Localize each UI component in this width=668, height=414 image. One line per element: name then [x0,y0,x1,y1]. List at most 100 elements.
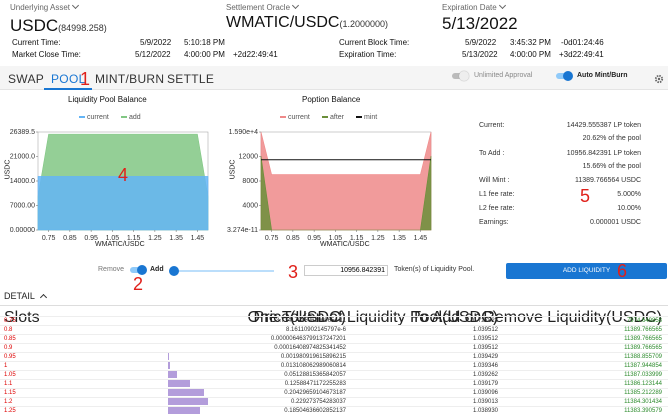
slot-cell: 0.85 [4,336,16,342]
price-cell: 0.013108062989060814 [280,363,346,369]
expiration-time-clock: 4:00:00 PM [510,50,551,59]
info-l2-value: 10.00% [617,205,641,212]
unlimited-approval-label: Unlimited Approval [474,72,533,79]
gear-icon[interactable] [654,71,664,84]
expiration-time-delta: +3d22:49:41 [559,50,604,59]
table-row: 1.15 0.20429659104673187 1.039096 11385.212… [0,388,668,396]
info-current-label: Current: [479,122,505,129]
annotation-6: 6 [617,261,628,281]
annotation-4: 4 [118,165,129,185]
legend-label-after: after [330,114,345,121]
y-tick-label: 26389.5 [10,129,35,136]
unlimited-approval-toggle[interactable] [452,71,469,81]
legend-label-mint: mint [364,114,377,121]
price-cell: 0.001980919615896215 [280,354,346,360]
pool-chart-title: Liquidity Pool Balance [68,95,147,104]
add-liquidity-button[interactable]: ADD LIQUIDITY [506,263,667,279]
y-tick-label: 1.590e+4 [229,129,258,136]
to-add-cell: 11387.944854 [624,363,662,369]
pool-x-axis-label: WMATIC/USDC [95,241,145,248]
legend-label-add: add [129,114,141,121]
pool-y-axis-label: USDC [4,159,12,180]
price-bar [168,380,190,387]
price-bar [168,398,208,405]
info-l2-label: L2 fee rate: [479,205,515,212]
price-cell: 0.00016408974825341452 [274,345,346,351]
y-tick-label: 3.274e-11 [227,227,258,234]
one-token-cell: 1.039429 [472,354,498,360]
to-add-cell: 11389.766565 [624,336,662,342]
info-toadd-label: To Add : [479,150,505,157]
price-cell: 0.05128815365842057 [284,372,346,378]
one-token-cell: 1.039512 [472,345,498,351]
one-token-cell: 1.039013 [472,399,498,405]
expiration-time-label: Expiration Time: [339,50,397,59]
annotation-2: 2 [133,274,144,294]
amount-slider-track[interactable] [169,266,274,276]
settlement-oracle-label[interactable]: Settlement Oracle [226,1,300,12]
x-tick-label: 1.25 [148,235,162,242]
detail-table-body: 0.75 3.7341723506106965e-11 0.727823 7974.6… [0,316,668,414]
market-close-date: 5/12/2022 [135,50,171,59]
table-row: 0.95 0.001980919615896215 1.039429 11388.85… [0,352,668,360]
slot-cell: 1.25 [4,408,16,414]
table-row: 1.25 0.18504636602852137 1.038930 11383.390… [0,406,668,414]
price-cell: 0.12588471172255283 [284,381,346,387]
block-time-delta: -0d01:24:46 [561,38,604,47]
info-toadd-pct: 15.66% of the pool [582,163,641,170]
info-will-mint-label: Will Mint : [479,177,510,184]
amount-slider-thumb[interactable] [169,266,180,276]
info-toadd-value: 10956.842391 LP token [566,150,641,157]
tab-settle[interactable]: SETTLE [167,72,214,86]
remove-label: Remove [98,266,125,273]
x-tick-label: 1.25 [371,235,385,242]
legend-label-current: current [87,114,109,121]
x-tick-label: 1.45 [191,235,205,242]
info-l1-value: 5.000% [617,191,641,198]
y-tick-label: 14000.0 [10,178,35,185]
price-cell: 0.000006463799137247201 [270,336,346,342]
to-add-cell: 11385.212289 [624,390,662,396]
tab-mint-burn[interactable]: MINT/BURN [95,72,164,86]
one-token-cell: 1.039512 [472,327,498,333]
y-tick-label: 7000.00 [10,203,35,210]
one-token-cell: 1.039512 [472,336,498,342]
slot-cell: 1.2 [4,399,13,405]
one-token-cell: 1.039179 [472,381,498,387]
detail-title[interactable]: DETAIL [4,291,47,302]
legend-swatch-current [280,116,286,118]
slot-cell: 0.75 [4,318,16,324]
detail-title-text: DETAIL [4,291,35,301]
chevron-down-icon [71,1,80,10]
legend-swatch-add [121,116,127,118]
expiration-date-label[interactable]: Expiration Date [442,1,506,12]
block-time-clock: 3:45:32 PM [510,38,551,47]
auto-mint-burn-toggle[interactable] [556,71,573,81]
slot-cell: 0.8 [4,327,13,333]
underlying-asset-label[interactable]: Underlying Asset [10,1,80,12]
remove-add-toggle[interactable] [130,265,147,275]
market-close-clock: 4:00:00 PM [184,50,225,59]
annotation-1: 1 [80,69,91,89]
toggle-knob [459,71,469,81]
tab-swap[interactable]: SWAP [8,72,44,86]
legend-swatch-mint [356,116,362,118]
chevron-down-icon [498,1,506,10]
one-token-cell: 1.039096 [472,390,498,396]
x-tick-label: 1.45 [414,235,428,242]
info-will-mint-value: 11389.766564 USDC [574,177,641,184]
to-add-cell: 11386.123144 [624,381,662,387]
chevron-down-icon [291,1,300,10]
poption-plot-area [260,131,432,231]
one-token-cell: 1.039346 [472,363,498,369]
table-row: 0.75 3.7341723506106965e-11 0.727823 7974.6… [0,316,668,324]
poption-legend: current after mint [280,114,377,121]
expiration-date-value: 5/13/2022 [442,14,518,33]
table-row: 1 0.013108062989060814 1.039346 11387.94485… [0,361,668,369]
table-row: 0.9 0.00016408974825341452 1.039512 11389.7… [0,343,668,351]
amount-input[interactable] [304,265,388,276]
market-close-delta: +2d22:49:41 [233,50,278,59]
auto-mint-burn-label: Auto Mint/Burn [577,72,628,79]
one-token-cell: 1.039262 [472,372,498,378]
x-tick-label: 0.75 [265,235,279,242]
